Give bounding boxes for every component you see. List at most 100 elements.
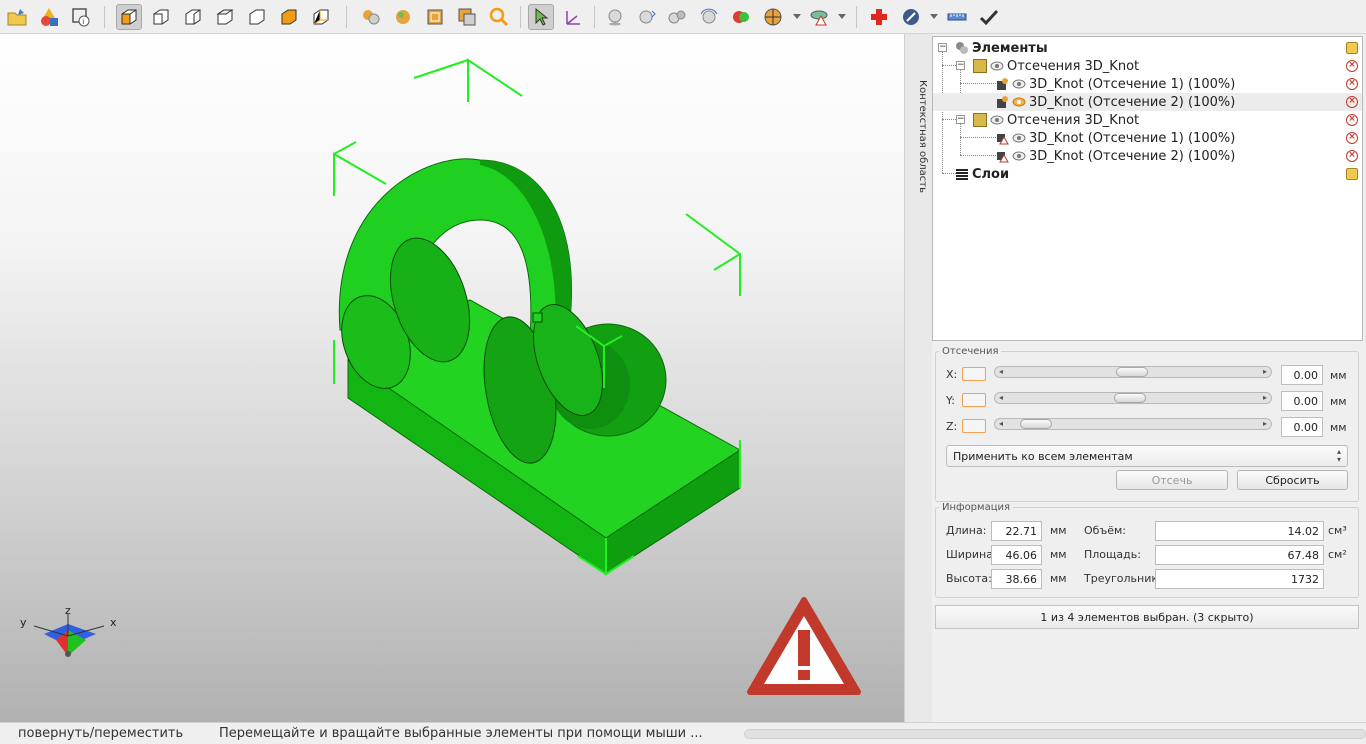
remove-icon[interactable]: × [1346, 114, 1358, 126]
cube-copy-icon[interactable] [454, 4, 480, 30]
checkmark-icon[interactable] [976, 4, 1002, 30]
eye-icon [990, 113, 1004, 127]
open-folder-icon[interactable] [1346, 168, 1358, 180]
zoom-icon[interactable] [486, 4, 512, 30]
mirror-icon[interactable] [898, 4, 924, 30]
tree-item[interactable]: 3D_Knot (Отсечение 1) (100%) [995, 75, 1235, 93]
cube-left-icon[interactable] [244, 4, 270, 30]
tree-item[interactable]: 3D_Knot (Отсечение 1) (100%) [995, 129, 1235, 147]
spheres-pair-icon[interactable] [664, 4, 690, 30]
volume-field: 14.02 [1155, 521, 1324, 541]
folder-icon [973, 59, 987, 73]
eye-icon [1012, 95, 1026, 109]
info-icon[interactable]: i [68, 4, 94, 30]
y-slider[interactable]: ◂ ▸ [994, 392, 1272, 404]
red-green-spheres-icon[interactable] [728, 4, 754, 30]
context-area-tab[interactable]: Контекстная область [910, 34, 932, 722]
pivot-handle [532, 312, 543, 323]
eye-icon [1012, 131, 1026, 145]
folder-icon [973, 113, 987, 127]
tree-layers[interactable]: Слои [955, 165, 1009, 183]
selection-status-bar: 1 из 4 элементов выбран. (3 скрыто) [935, 605, 1359, 629]
cube-frame-icon[interactable] [422, 4, 448, 30]
remove-icon[interactable]: × [1346, 150, 1358, 162]
height-label: Высота: [946, 572, 992, 585]
tree-group-1[interactable]: Отсечения 3D_Knot [973, 57, 1139, 75]
object-tree: − Элементы − Отсечения 3D_Knot × 3D_Knot… [932, 36, 1363, 341]
svg-text:i: i [82, 18, 84, 26]
tree-item-selected[interactable]: 3D_Knot (Отсечение 2) (100%) [933, 93, 1362, 111]
sphere-rotate-icon[interactable] [696, 4, 722, 30]
layers-warning-icon[interactable] [806, 4, 832, 30]
updown-icon: ▴ ▾ [1336, 447, 1341, 464]
open-folder-icon[interactable] [1346, 42, 1358, 54]
cube-front-icon[interactable] [148, 4, 174, 30]
horizontal-scrollbar[interactable] [744, 729, 1366, 739]
remove-icon[interactable]: × [1346, 96, 1358, 108]
sphere-arrow-icon[interactable] [634, 4, 660, 30]
tree-item[interactable]: 3D_Knot (Отсечение 2) (100%) [995, 147, 1235, 165]
z-slider-thumb[interactable] [1019, 419, 1052, 429]
y-color-box[interactable] [962, 393, 986, 407]
expand-toggle[interactable]: − [956, 61, 965, 70]
add-shapes-icon[interactable] [36, 4, 62, 30]
remove-icon[interactable]: × [1346, 132, 1358, 144]
expand-toggle[interactable]: − [938, 43, 947, 52]
spheres-icon[interactable] [358, 4, 384, 30]
y-slider-thumb[interactable] [1113, 393, 1146, 403]
warning-triangle-icon [747, 597, 861, 695]
remove-icon[interactable]: × [1346, 60, 1358, 72]
eye-icon [990, 59, 1004, 73]
z-label: Z: [946, 420, 958, 433]
apply-scope-select[interactable]: Применить ко всем элементам ▴ ▾ [946, 445, 1348, 467]
cube-bottom-icon[interactable] [276, 4, 302, 30]
y-unit: мм [1330, 395, 1347, 408]
z-unit: мм [1330, 421, 1347, 434]
sphere-icon[interactable] [602, 4, 628, 30]
length-unit: мм [1050, 524, 1067, 537]
volume-unit: см³ [1328, 524, 1347, 537]
x-slider[interactable]: ◂ ▸ [994, 366, 1272, 378]
cube-right-icon[interactable] [180, 4, 206, 30]
status-hint: Перемещайте и вращайте выбранные элемент… [219, 726, 703, 741]
x-value-field[interactable]: 0.00 [1281, 365, 1323, 385]
length-label: Длина: [946, 524, 987, 537]
3d-viewport[interactable]: z y x [0, 34, 904, 722]
red-cross-icon[interactable] [866, 4, 892, 30]
tree-group-2[interactable]: Отсечения 3D_Knot [973, 111, 1139, 129]
warning-object-icon [995, 149, 1009, 163]
y-value-field[interactable]: 0.00 [1281, 391, 1323, 411]
open-folder-icon[interactable] [4, 4, 30, 30]
axis-x-label: x [110, 616, 117, 629]
beach-ball-icon[interactable] [760, 4, 786, 30]
tree-root-elements[interactable]: Элементы [955, 39, 1048, 57]
ruler-icon[interactable] [944, 4, 970, 30]
area-field: 67.48 [1155, 545, 1324, 565]
height-field: 38.66 [991, 569, 1042, 589]
area-unit: см² [1328, 548, 1347, 561]
z-value-field[interactable]: 0.00 [1281, 417, 1323, 437]
z-slider[interactable]: ◂ ▸ [994, 418, 1272, 430]
triangles-label: Треугольники [1084, 572, 1166, 585]
reset-button[interactable]: Сбросить [1237, 470, 1348, 490]
layers-icon [955, 167, 969, 181]
x-slider-thumb[interactable] [1116, 367, 1148, 377]
cube-top-icon[interactable] [212, 4, 238, 30]
remove-icon[interactable]: × [1346, 78, 1358, 90]
select-arrow-icon[interactable] [528, 4, 554, 30]
cube-iso-icon[interactable] [116, 4, 142, 30]
width-label: Ширина: [946, 548, 997, 561]
length-field: 22.71 [991, 521, 1042, 541]
object-icon [995, 77, 1009, 91]
sphere-group-icon[interactable] [390, 4, 416, 30]
z-color-box[interactable] [962, 419, 986, 433]
warning-object-icon [995, 131, 1009, 145]
cut-button[interactable]: Отсечь [1116, 470, 1228, 490]
cube-back-icon[interactable] [308, 4, 334, 30]
axes-move-icon[interactable] [560, 4, 586, 30]
expand-toggle[interactable]: − [956, 115, 965, 124]
status-bar: повернуть/переместить Перемещайте и вращ… [0, 722, 1366, 744]
eye-icon [1012, 77, 1026, 91]
x-color-box[interactable] [962, 367, 986, 381]
x-unit: мм [1330, 369, 1347, 382]
